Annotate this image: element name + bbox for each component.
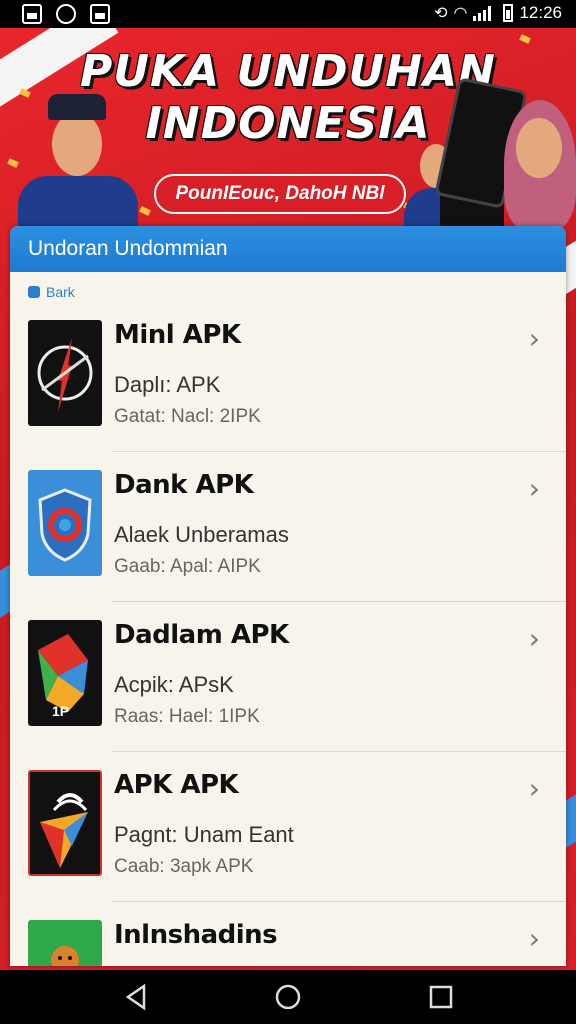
notification-icon [22, 4, 42, 24]
app-list-item[interactable]: APK APK Pagnt: Unam Eant Caab: 3apk APK … [10, 752, 566, 902]
chevron-right-icon: › [528, 922, 540, 955]
download-panel: Undoran Undommian Bark Minl APK Daplı: A… [10, 226, 566, 966]
whatsapp-icon [56, 4, 76, 24]
clock: 12:26 [519, 3, 562, 22]
back-label: Bark [46, 284, 75, 300]
home-nav-icon[interactable] [273, 982, 303, 1012]
map-app-icon: 1P [28, 620, 102, 726]
app-size: Caab: 3apk APK [114, 856, 254, 877]
arrow-app-icon [28, 770, 102, 876]
system-nav-bar [0, 970, 576, 1024]
sync-icon: ⟲ [434, 5, 448, 22]
app-name: Minl APK [114, 320, 241, 350]
character-app-icon [28, 920, 102, 966]
signal-icon [473, 5, 492, 21]
svg-text:1P: 1P [52, 703, 69, 719]
status-bar: ⟲ ◠ 12:26 [0, 0, 576, 28]
app-name: Inlnshadins [114, 920, 278, 950]
app-size: Gatat: Nacl: 2IPK [114, 406, 261, 427]
app-description: Alaek Unberamas [114, 522, 289, 547]
chevron-right-icon: › [528, 322, 540, 355]
back-nav-icon[interactable] [122, 982, 152, 1012]
chevron-right-icon: › [528, 772, 540, 805]
app-size: Gaab: Apal: AIPK [114, 556, 261, 577]
app-description: Daplı: APK [114, 372, 221, 397]
app-list-item[interactable]: Minl APK Daplı: APK Gatat: Nacl: 2IPK › [10, 302, 566, 452]
app-name: APK APK [114, 770, 239, 800]
app-name: Dank APK [114, 470, 254, 500]
app-list-item[interactable]: Dank APK Alaek Unberamas Gaab: Apal: AIP… [10, 452, 566, 602]
chevron-right-icon: › [528, 472, 540, 505]
battery-icon [503, 4, 514, 22]
panel-header: Undoran Undommian [10, 226, 566, 272]
app-size: Raas: Hael: 1IPK [114, 706, 260, 727]
app-list-item[interactable]: Inlnshadins › [10, 902, 566, 966]
app-name: Dadlam APK [114, 620, 289, 650]
recents-nav-icon[interactable] [426, 982, 456, 1012]
wifi-icon: ◠ [453, 5, 468, 22]
app-description: Pagnt: Unam Eant [114, 822, 294, 847]
shield-app-icon [28, 470, 102, 576]
app-list-item[interactable]: 1P Dadlam APK Acpik: APsK Raas: Hael: 1I… [10, 602, 566, 752]
banner-subtitle: PounIEouc, DahoH NBl [154, 174, 406, 214]
app-description: Acpik: APsK [114, 672, 234, 697]
compass-app-icon [28, 320, 102, 426]
chevron-right-icon: › [528, 622, 540, 655]
back-icon [28, 286, 40, 298]
gallery-icon [90, 4, 110, 24]
